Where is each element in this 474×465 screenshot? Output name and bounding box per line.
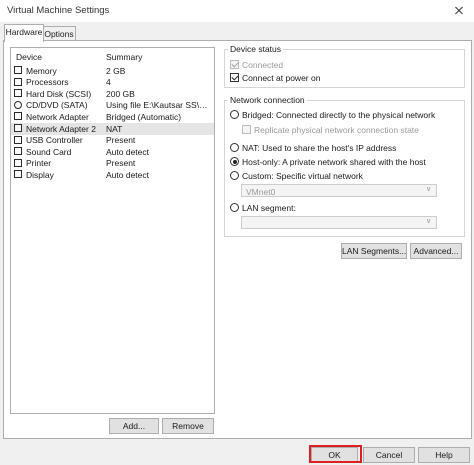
device-summary: Bridged (Automatic) — [106, 111, 182, 122]
network-connection-legend: Network connection — [230, 95, 305, 105]
lan-segment-label: LAN segment: — [242, 203, 296, 213]
tab-options[interactable]: Options — [42, 26, 76, 41]
device-summary: 4 — [106, 77, 111, 88]
device-list[interactable]: Device Summary Memory 2 GB Processors 4 … — [10, 47, 215, 414]
title-bar: Virtual Machine Settings — [0, 0, 474, 22]
custom-network-value: VMnet0 — [246, 186, 276, 197]
column-header-summary[interactable]: Summary — [106, 52, 142, 62]
close-icon[interactable] — [450, 2, 468, 18]
chevron-down-icon: ∨ — [426, 218, 432, 225]
list-header: Device Summary — [11, 48, 214, 65]
device-row-memory[interactable]: Memory 2 GB — [11, 65, 214, 77]
device-name: Hard Disk (SCSI) — [26, 88, 92, 99]
remove-button[interactable]: Remove — [162, 418, 214, 434]
add-button[interactable]: Add... — [109, 418, 159, 434]
memory-icon — [14, 66, 22, 74]
device-name: Printer — [26, 158, 52, 169]
device-summary: 2 GB — [106, 65, 126, 76]
device-summary: 200 GB — [106, 88, 135, 99]
device-name: CD/DVD (SATA) — [26, 100, 88, 111]
connected-label: Connected — [242, 60, 284, 70]
nat-label: NAT: Used to share the host's IP address — [242, 143, 397, 153]
nat-radio[interactable] — [230, 143, 239, 152]
device-row-network-adapter-2[interactable]: Network Adapter 2 NAT — [11, 123, 214, 135]
device-summary: Present — [106, 158, 136, 169]
bridged-radio[interactable] — [230, 110, 239, 119]
device-status-legend: Device status — [230, 44, 282, 54]
host-only-label: Host-only: A private network shared with… — [242, 157, 426, 167]
window-title: Virtual Machine Settings — [7, 5, 110, 16]
bridged-label: Bridged: Connected directly to the physi… — [242, 110, 436, 120]
ok-highlight-box — [309, 445, 362, 463]
replicate-checkbox[interactable] — [242, 125, 251, 134]
advanced-button[interactable]: Advanced... — [410, 243, 462, 259]
network-adapter-icon — [14, 112, 22, 121]
display-icon — [14, 170, 22, 179]
connect-at-power-on-label: Connect at power on — [242, 73, 321, 83]
device-row-sound-card[interactable]: Sound Card Auto detect — [11, 146, 214, 158]
network-adapter-icon — [14, 124, 22, 132]
sound-card-icon — [14, 147, 22, 156]
device-name: Display — [26, 169, 54, 180]
chevron-down-icon: ∨ — [426, 186, 432, 193]
device-row-printer[interactable]: Printer Present — [11, 158, 214, 170]
device-name: Network Adapter — [26, 111, 89, 122]
cancel-button[interactable]: Cancel — [363, 447, 415, 463]
custom-radio[interactable] — [230, 171, 239, 180]
device-row-cd-dvd[interactable]: CD/DVD (SATA) Using file E:\Kautsar SS\q… — [11, 100, 214, 112]
device-name: Sound Card — [26, 146, 72, 157]
device-row-processors[interactable]: Processors 4 — [11, 77, 214, 89]
device-name: Network Adapter 2 — [26, 123, 96, 134]
device-summary: Using file E:\Kautsar SS\q\wi... — [106, 100, 211, 111]
processor-icon — [14, 77, 22, 86]
column-header-device[interactable]: Device — [16, 52, 42, 62]
device-summary: Present — [106, 135, 136, 146]
device-name: Memory — [26, 65, 57, 76]
cd-dvd-icon — [14, 100, 22, 109]
custom-label: Custom: Specific virtual network — [242, 171, 363, 181]
device-row-display[interactable]: Display Auto detect — [11, 169, 214, 181]
help-button[interactable]: Help — [418, 447, 470, 463]
printer-icon — [14, 158, 22, 167]
tab-hardware[interactable]: Hardware — [4, 24, 44, 42]
custom-network-select[interactable]: VMnet0 ∨ — [241, 184, 437, 197]
lan-segment-radio[interactable] — [230, 203, 239, 212]
device-summary: Auto detect — [106, 146, 150, 157]
connect-at-power-on-checkbox[interactable] — [230, 73, 239, 82]
device-summary: NAT — [106, 123, 123, 134]
device-row-network-adapter[interactable]: Network Adapter Bridged (Automatic) — [11, 111, 214, 123]
device-row-usb-controller[interactable]: USB Controller Present — [11, 135, 214, 147]
lan-segments-button[interactable]: LAN Segments... — [341, 243, 407, 259]
host-only-radio[interactable] — [230, 157, 239, 166]
connected-checkbox[interactable] — [230, 60, 239, 69]
device-name: Processors — [26, 77, 69, 88]
usb-icon — [14, 135, 22, 144]
replicate-label: Replicate physical network connection st… — [254, 125, 419, 135]
device-row-hard-disk[interactable]: Hard Disk (SCSI) 200 GB — [11, 88, 214, 100]
lan-segment-select[interactable]: ∨ — [241, 216, 437, 229]
hard-disk-icon — [14, 89, 22, 98]
device-summary: Auto detect — [106, 169, 150, 180]
device-name: USB Controller — [26, 135, 83, 146]
